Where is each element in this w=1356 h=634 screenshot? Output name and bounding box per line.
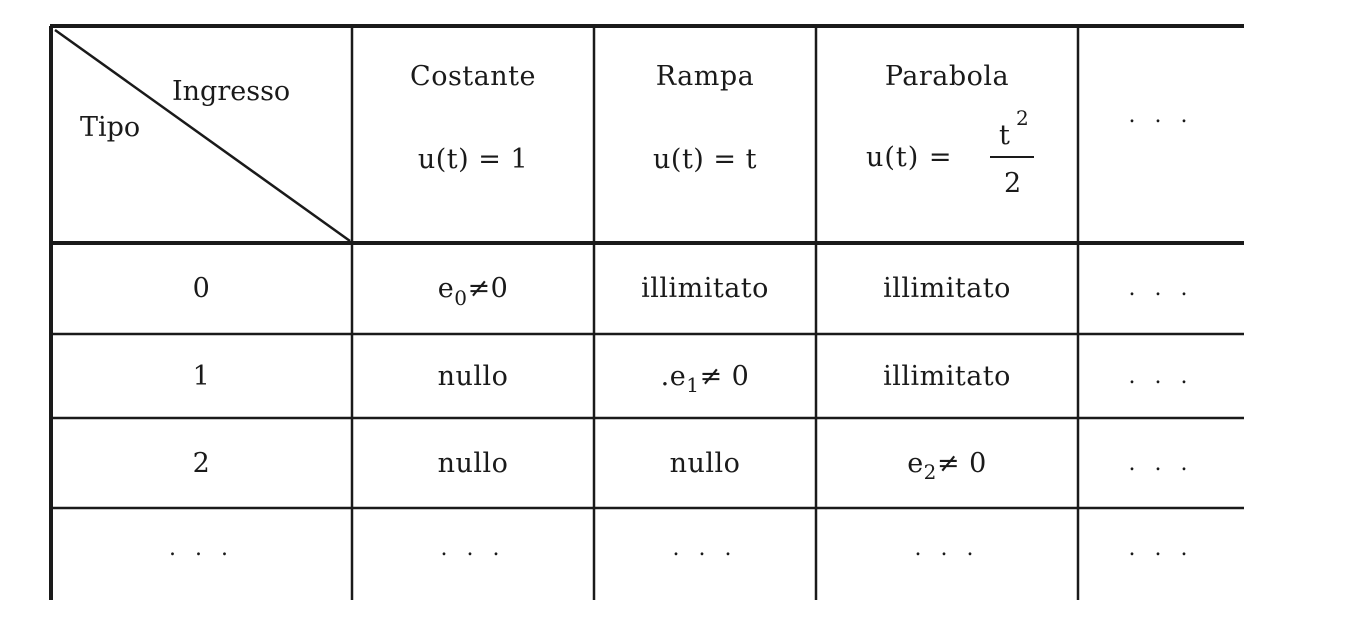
error-subscript: 1 bbox=[686, 373, 700, 397]
row-0-costante: e 0 ≠0 bbox=[352, 243, 594, 334]
error-subscript: 0 bbox=[454, 285, 468, 310]
row-3-costante: . . . bbox=[440, 535, 506, 561]
row-0-parabola: illimitato bbox=[883, 273, 1011, 304]
error-nonzero: ≠ 0 bbox=[699, 360, 750, 392]
row-1-parabola: illimitato bbox=[883, 360, 1011, 392]
row-3-parabola: . . . bbox=[914, 535, 980, 561]
error-nonzero: ≠ 0 bbox=[936, 447, 987, 479]
row-1-tipo: 1 bbox=[192, 360, 211, 392]
fraction-numerator: t bbox=[999, 120, 1010, 151]
row-1-more: . . . bbox=[1128, 363, 1194, 389]
fraction-bar bbox=[990, 156, 1034, 158]
row-2-tipo: 2 bbox=[192, 447, 211, 479]
row-3-rampa: . . . bbox=[672, 535, 738, 561]
row-2-rampa: nullo bbox=[669, 447, 741, 479]
row-2-costante: nullo bbox=[437, 447, 509, 479]
column-title-costante: Costante bbox=[410, 60, 536, 92]
error-symbol: e bbox=[907, 447, 924, 479]
row-1-rampa: . e 1 ≠ 0 bbox=[594, 334, 816, 418]
row-1-costante: nullo bbox=[437, 360, 509, 392]
steady-state-error-table: Ingresso Tipo Costante u(t) = 1 Rampa u(… bbox=[0, 0, 1356, 634]
row-0-more: . . . bbox=[1128, 276, 1194, 301]
fraction-exponent: 2 bbox=[1016, 106, 1029, 130]
column-more-ellipsis: . . . bbox=[1128, 102, 1194, 128]
error-symbol: e bbox=[437, 273, 455, 304]
column-formula-parabola-lhs: u(t) = bbox=[866, 142, 953, 173]
fraction-denominator: 2 bbox=[1004, 168, 1022, 199]
row-3-tipo: . . . bbox=[169, 535, 234, 561]
corner-bottom-label: Tipo bbox=[80, 112, 141, 143]
error-subscript: 2 bbox=[923, 460, 937, 484]
column-title-rampa: Rampa bbox=[655, 60, 755, 92]
row-0-tipo: 0 bbox=[192, 273, 211, 304]
error-nonzero: ≠0 bbox=[467, 273, 509, 304]
column-title-parabola: Parabola bbox=[884, 60, 1010, 92]
row-0-rampa: illimitato bbox=[641, 273, 769, 304]
row-2-more: . . . bbox=[1128, 450, 1194, 476]
corner-top-label: Ingresso bbox=[172, 76, 291, 107]
column-formula-costante: u(t) = 1 bbox=[417, 143, 529, 175]
stray-dot: . bbox=[660, 360, 670, 392]
column-formula-rampa: u(t) = t bbox=[653, 143, 757, 175]
error-symbol: e bbox=[669, 360, 687, 392]
row-2-parabola: e 2 ≠ 0 bbox=[816, 418, 1078, 508]
row-3-more: . . . bbox=[1128, 535, 1194, 561]
parabola-fraction: t 2 2 bbox=[990, 100, 1040, 210]
